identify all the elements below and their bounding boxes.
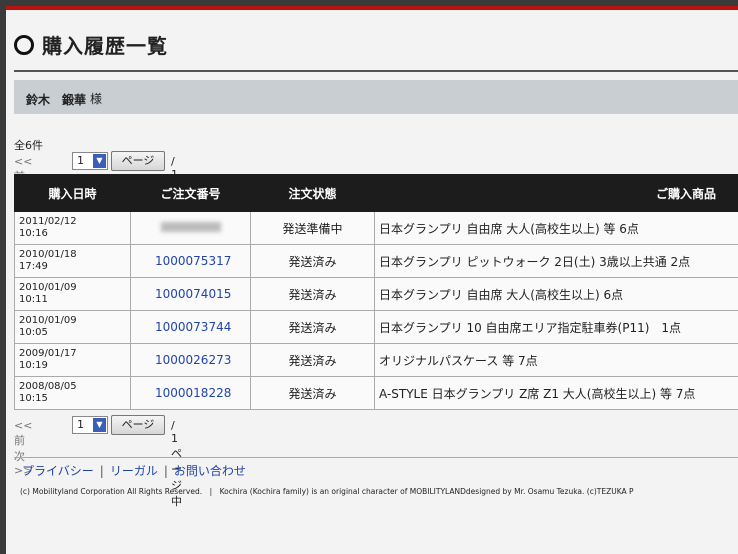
order-product: 日本グランプリ ピットウォーク 2日(土) 3歳以上共通 2点 — [374, 244, 738, 278]
order-number-link[interactable]: 1000026273 — [155, 353, 231, 367]
col-header-date: 購入日時 — [14, 174, 131, 212]
order-number: 1000018228 — [130, 376, 251, 410]
date-text: 2011/02/12 — [19, 216, 77, 227]
order-number-link[interactable]: 1000018228 — [155, 386, 231, 400]
order-number-link[interactable]: 1000075317 — [155, 254, 231, 268]
order-status: 発送済み — [250, 277, 375, 311]
time-text: 17:49 — [19, 261, 48, 272]
page-header: 購入履歴一覧 — [6, 20, 738, 66]
col-header-product: ご購入商品 — [374, 174, 738, 212]
time-text: 10:19 — [19, 360, 48, 371]
chevron-down-icon: ▼ — [93, 418, 106, 432]
page-go-button[interactable]: ページ — [111, 415, 165, 435]
time-text: 10:11 — [19, 294, 48, 305]
order-number-link[interactable]: 1000073744 — [155, 320, 231, 334]
order-date: 2011/02/12 10:16 — [14, 211, 131, 245]
privacy-link[interactable]: プライバシー — [22, 464, 94, 478]
page-select[interactable]: 1 ▼ — [72, 152, 108, 170]
page-title: 購入履歴一覧 — [42, 34, 168, 58]
user-bar: 鈴木 鍛華 様 — [14, 80, 738, 114]
chevron-down-icon: ▼ — [93, 154, 106, 168]
order-number: 1000026273 — [130, 343, 251, 377]
purchase-history-table: 購入日時 ご注文番号 注文状態 ご購入商品 2011/02/12 10:16 発送… — [14, 174, 738, 410]
footer-separator: | — [163, 464, 168, 478]
order-number — [130, 211, 251, 245]
table-row: 2010/01/09 10:11 1000074015 発送済み 日本グランプリ … — [14, 277, 738, 311]
footer-separator: | — [99, 464, 104, 478]
order-date: 2009/01/17 10:19 — [14, 343, 131, 377]
user-name: 鈴木 鍛華 — [26, 93, 87, 107]
order-date: 2010/01/09 10:05 — [14, 310, 131, 344]
table-row: 2010/01/18 17:49 1000075317 発送済み 日本グランプリ … — [14, 244, 738, 278]
order-date: 2008/08/05 10:15 — [14, 376, 131, 410]
table-row: 2011/02/12 10:16 発送準備中 日本グランプリ 自由席 大人(高校生… — [14, 211, 738, 245]
page-select[interactable]: 1 ▼ — [72, 416, 108, 434]
page-select-value: 1 — [77, 154, 84, 167]
redacted-order-number — [160, 222, 221, 232]
date-text: 2010/01/09 — [19, 315, 77, 326]
order-number: 1000075317 — [130, 244, 251, 278]
time-text: 10:15 — [19, 393, 48, 404]
legal-link[interactable]: リーガル — [110, 464, 158, 478]
time-text: 10:05 — [19, 327, 48, 338]
contact-link[interactable]: お問い合わせ — [174, 464, 246, 478]
date-text: 2010/01/09 — [19, 282, 77, 293]
header-divider — [14, 70, 738, 72]
order-status: 発送準備中 — [250, 211, 375, 245]
copyright-text: (c) Mobilityland Corporation All Rights … — [20, 487, 634, 496]
order-date: 2010/01/18 17:49 — [14, 244, 131, 278]
order-status: 発送済み — [250, 244, 375, 278]
table-row: 2010/01/09 10:05 1000073744 発送済み 日本グランプリ … — [14, 310, 738, 344]
ring-icon — [14, 35, 34, 55]
order-date: 2010/01/09 10:11 — [14, 277, 131, 311]
date-text: 2009/01/17 — [19, 348, 77, 359]
order-product: A-STYLE 日本グランプリ Z席 Z1 大人(高校生以上) 等 7点 — [374, 376, 738, 410]
col-header-status: 注文状態 — [250, 174, 375, 212]
order-status: 発送済み — [250, 310, 375, 344]
order-product: 日本グランプリ 10 自由席エリア指定駐車券(P11) 1点 — [374, 310, 738, 344]
top-accent-bar — [6, 6, 738, 10]
page-go-button[interactable]: ページ — [111, 151, 165, 171]
time-text: 10:16 — [19, 228, 48, 239]
total-count: 全6件 — [14, 139, 43, 152]
date-text: 2008/08/05 — [19, 381, 77, 392]
browser-page: 購入履歴一覧 鈴木 鍛華 様 全6件 <<前 次>> 1 ▼ ページ / 1ペー… — [6, 6, 738, 554]
order-status: 発送済み — [250, 343, 375, 377]
order-status: 発送済み — [250, 376, 375, 410]
col-header-order-number: ご注文番号 — [130, 174, 251, 212]
order-number-link[interactable]: 1000074015 — [155, 287, 231, 301]
order-product: 日本グランプリ 自由席 大人(高校生以上) 等 6点 — [374, 211, 738, 245]
table-row: 2009/01/17 10:19 1000026273 発送済み オリジナルパスケ… — [14, 343, 738, 377]
table-row: 2008/08/05 10:15 1000018228 発送済み A-STYLE … — [14, 376, 738, 410]
page-select-value: 1 — [77, 418, 84, 431]
table-header-row: 購入日時 ご注文番号 注文状態 ご購入商品 — [14, 174, 738, 212]
order-number: 1000073744 — [130, 310, 251, 344]
order-number: 1000074015 — [130, 277, 251, 311]
order-product: オリジナルパスケース 等 7点 — [374, 343, 738, 377]
order-product: 日本グランプリ 自由席 大人(高校生以上) 6点 — [374, 277, 738, 311]
user-honorific: 様 — [90, 92, 103, 106]
date-text: 2010/01/18 — [19, 249, 77, 260]
footer-links: プライバシー | リーガル | お問い合わせ — [22, 462, 246, 479]
footer-divider — [14, 457, 738, 458]
